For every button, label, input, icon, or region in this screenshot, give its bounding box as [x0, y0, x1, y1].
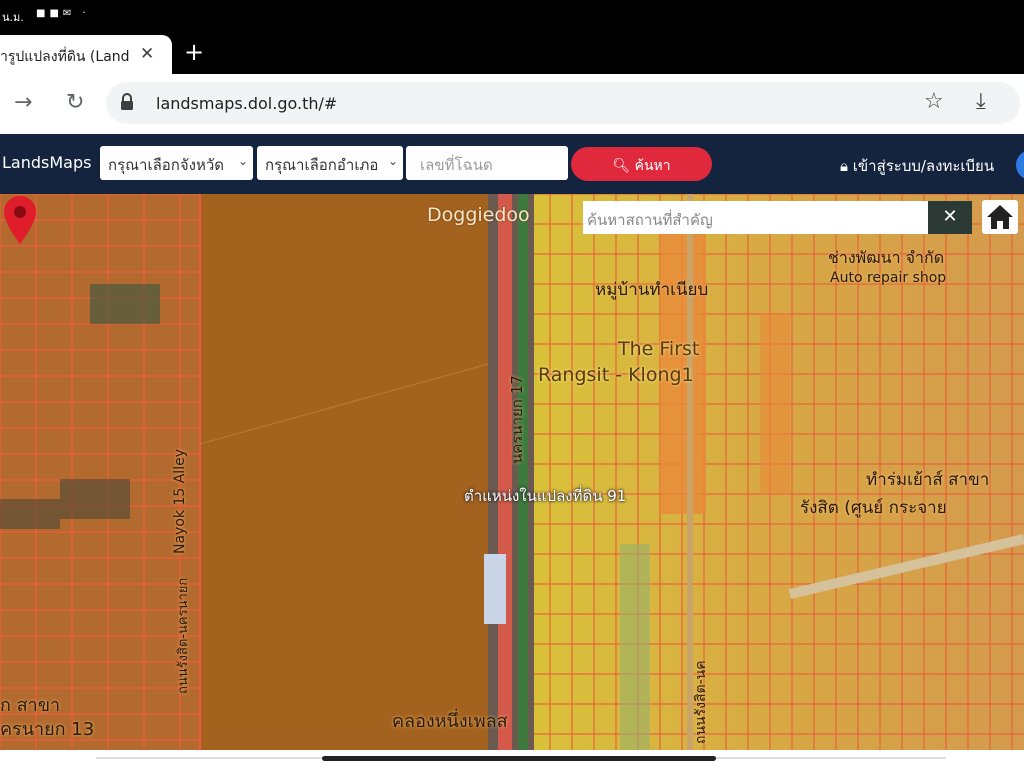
pin-label: ตำแหน่งในแปลงที่ดิน 91 [464, 487, 627, 505]
home-indicator[interactable] [322, 756, 716, 761]
province-select[interactable]: กรุณาเลือกจังหวัด ⌄ [100, 146, 253, 180]
map-label-village: หมู่บ้านทำเนียบ [595, 280, 709, 300]
clear-search-button[interactable]: ✕ [928, 201, 972, 234]
login-label: เข้าสู่ระบบ/ลงทะเบียน [852, 157, 995, 175]
map-label-nayok13: ครนายก 13 [0, 719, 95, 740]
district-select-value: กรุณาเลือกอำเภอ [265, 156, 379, 174]
address-bar[interactable]: landsmaps.dol.go.th/# ☆ ⤓ [106, 82, 1020, 124]
search-button-label: ค้นหา [634, 158, 671, 174]
close-tab-icon[interactable]: ✕ [140, 44, 154, 64]
active-tab[interactable]: ารูปแปลงที่ดิน (Land ✕ [0, 35, 172, 74]
login-link[interactable]: 🔒︎ เข้าสู่ระบบ/ลงทะเบียน [840, 154, 994, 178]
district-select[interactable]: กรุณาเลือกอำเภอ ⌄ [257, 146, 403, 180]
map-label-center-right: ทำร่มเย้าส์ สาขา [866, 470, 990, 490]
parcel-number-input[interactable]: เลขที่โฉนด [406, 146, 568, 180]
facebook-icon: ■ [36, 8, 50, 19]
map-label-center-right-2: รังสิต (ศูนย์ กระจาย [800, 498, 947, 518]
province-select-value: กรุณาเลือกจังหวัด [108, 156, 225, 174]
download-icon[interactable]: ⤓ [976, 89, 986, 114]
map-view[interactable]: Doggiedoo Auto repair shop ช่างพัฒนา จำก… [0, 194, 1024, 750]
site-logo[interactable]: LandsMaps [2, 153, 91, 172]
url-text[interactable]: landsmaps.dol.go.th/# [156, 94, 337, 113]
status-text: น.ม. [2, 11, 24, 24]
map-label-doggiedoo: Doggiedoo [427, 204, 530, 226]
map-label-auto-repair: Auto repair shop [830, 270, 947, 286]
bottom-bar [0, 750, 1024, 768]
map-label-the-first: The First [618, 338, 700, 360]
home-icon [987, 205, 1013, 229]
map-label-workshop: ช่างพัฒนา จำกัด [828, 248, 945, 267]
map-label-alley: Nayok 15 Alley [172, 449, 188, 554]
chevron-down-icon: ⌄ [237, 154, 248, 168]
lock-icon [121, 93, 133, 110]
search-button[interactable]: 🔍︎ ค้นหา [571, 147, 712, 181]
tab-strip: ารูปแปลงที่ดิน (Land ✕ + [0, 30, 1024, 74]
search-icon: 🔍︎ [612, 158, 631, 174]
home-button[interactable] [982, 200, 1018, 234]
site-navbar: LandsMaps กรุณาเลือกจังหวัด ⌄ กรุณาเลือก… [0, 134, 1024, 194]
gallery-icon: ■ [49, 8, 63, 19]
location-pin-icon[interactable] [0, 194, 40, 246]
lock-icon: 🔒︎ [840, 157, 848, 175]
mail-icon: ✉ [62, 8, 76, 19]
new-tab-button[interactable]: + [184, 38, 204, 66]
map-label-road-17: นครนายก 17 [508, 375, 526, 464]
forward-arrow-icon[interactable]: → [14, 90, 32, 115]
browser-toolbar: → ↻ landsmaps.dol.go.th/# ☆ ⤓ [0, 74, 1024, 134]
map-label-rangsit: Rangsit - Klong1 [538, 364, 694, 386]
avatar[interactable] [1016, 150, 1024, 180]
chevron-down-icon: ⌄ [387, 154, 398, 168]
tab-title: ารูปแปลงที่ดิน (Land [0, 49, 130, 65]
map-label-rangsit-nayok: ถนนรังสิต-นครนายก [176, 577, 191, 694]
bookmark-star-icon[interactable]: ☆ [924, 89, 944, 114]
reload-icon[interactable]: ↻ [66, 90, 84, 115]
status-bar: น.ม. ■■✉ · [0, 0, 1024, 30]
map-label-road-vertical: ถนนรังสิต-นค [693, 660, 709, 744]
notification-icons: ■■✉ · [36, 8, 90, 19]
place-search-input[interactable]: ค้นหาสถานที่สำคัญ [583, 201, 928, 234]
map-label-canal: คลองหนึ่งเพลส [392, 711, 508, 732]
